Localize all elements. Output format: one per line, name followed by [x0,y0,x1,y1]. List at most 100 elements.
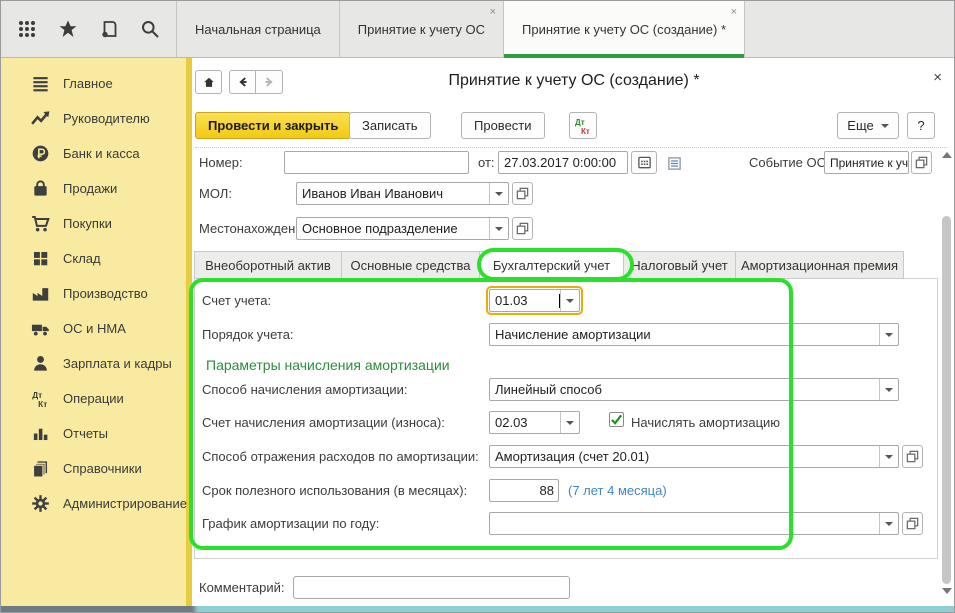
toolbar-divider [195,147,947,148]
chevron-down-icon[interactable] [879,446,898,467]
chevron-down-icon[interactable] [879,379,898,400]
apps-menu-icon[interactable] [17,19,37,39]
trend-chart-icon [31,109,50,128]
chevron-down-icon[interactable] [560,412,579,433]
tab-fixed-asset-new[interactable]: Принятие к учету ОС (создание) * × [503,1,745,57]
search-icon[interactable] [140,19,160,39]
scroll-down-arrow[interactable] [942,588,952,594]
number-label: Номер: [199,151,243,174]
page-title: Принятие к учету ОС (создание) * [192,72,955,90]
date-input[interactable]: 27.03.2017 0:00:00 [498,151,628,174]
comment-input[interactable] [293,576,570,599]
gear-icon [31,494,50,513]
chevron-down-icon[interactable] [879,513,898,534]
post-and-close-button[interactable]: Провести и закрыть [195,112,351,139]
favorites-star-icon[interactable] [58,19,78,39]
chevron-down-icon[interactable] [879,324,898,345]
sidebar-item-purchases[interactable]: Покупки [1,206,186,241]
document-list-icon [667,156,682,171]
more-button[interactable]: Еще [837,112,899,139]
tab-noncurrent-asset[interactable]: Внеоборотный актив [194,251,341,279]
sidebar-item-catalogs[interactable]: Справочники [1,451,186,486]
svg-text:Кт: Кт [581,127,590,136]
button-label: Записать [362,118,418,133]
depr-account-combo[interactable]: 02.03 [489,411,580,434]
open-form-icon [905,516,920,531]
tab-label: Принятие к учету ОС (создание) * [522,22,726,37]
show-postings-button[interactable]: ДтКт [569,112,597,139]
sidebar-item-payroll-hr[interactable]: Зарплата и кадры [1,346,186,381]
tab-home-page[interactable]: Начальная страница [176,1,339,57]
books-icon [31,459,50,478]
tab-fixed-asset-list[interactable]: Принятие к учету ОС × [339,1,503,57]
tab-label: Начальная страница [195,22,321,37]
open-form-icon [914,155,929,170]
useful-life-label: Срок полезного использования (в месяцах)… [202,479,467,502]
mol-label: МОЛ: [199,182,232,205]
sidebar-item-label: Администрирование [63,496,187,511]
order-combo[interactable]: Начисление амортизации [489,323,899,346]
button-label: Еще [847,118,873,133]
comment-label: Комментарий: [199,576,285,599]
chevron-down-icon[interactable] [489,218,508,239]
history-icon[interactable] [99,19,119,39]
sidebar-item-reports[interactable]: Отчеты [1,416,186,451]
mol-open-button[interactable] [512,182,533,205]
post-button[interactable]: Провести [461,112,545,139]
help-button[interactable]: ? [907,112,935,139]
sidebar-item-label: Банк и касса [63,146,140,161]
sidebar-item-administration[interactable]: Администрирование [1,486,186,521]
close-icon[interactable]: × [933,69,942,86]
tab-fixed-assets[interactable]: Основные средства [341,251,479,279]
sidebar-item-label: Руководителю [63,111,150,126]
tab-label: Налоговый учет [631,258,727,273]
event-open-button[interactable] [911,151,932,174]
calendar-button[interactable] [631,151,657,174]
event-combo[interactable]: Принятие к учету [824,151,909,174]
sidebar-item-production[interactable]: Производство [1,276,186,311]
depreciation-section-header: Параметры начисления амортизации [206,357,450,373]
sidebar-item-label: Операции [63,391,124,406]
sidebar-item-warehouse[interactable]: Склад [1,241,186,276]
sidebar-item-sales[interactable]: Продажи [1,171,186,206]
mol-combo[interactable]: Иванов Иван Иванович [296,182,509,205]
close-icon[interactable]: × [490,7,496,18]
chevron-down-icon[interactable] [560,290,579,311]
tab-depreciation-bonus[interactable]: Амортизационная премия [735,251,904,279]
schedule-open-button[interactable] [902,512,923,535]
number-input[interactable] [284,151,469,174]
schedule-label: График амортизации по году: [202,512,379,535]
method-combo[interactable]: Линейный способ [489,378,899,401]
tab-label: Основные средства [351,258,471,273]
accrue-depreciation-checkbox[interactable] [609,412,624,427]
calendar-icon [637,155,652,170]
check-icon [610,413,623,426]
close-icon[interactable]: × [731,7,737,18]
location-open-button[interactable] [512,217,533,240]
tab-tax-accounting[interactable]: Налоговый учет [623,251,735,279]
scroll-thumb[interactable] [942,216,951,584]
account-combo[interactable]: 01.03 [489,289,580,312]
order-label: Порядок учета: [202,323,294,346]
tab-accounting[interactable]: Бухгалтерский учет [479,251,623,280]
warehouse-grid-icon [31,249,50,268]
field-value: 27.03.2017 0:00:00 [499,155,627,170]
sidebar-item-fixed-assets[interactable]: ОС и НМА [1,311,186,346]
location-combo[interactable]: Основное подразделение [296,217,509,240]
ruble-coin-icon [31,144,50,163]
expense-method-open-button[interactable] [902,445,923,468]
chevron-down-icon[interactable] [489,183,508,204]
sidebar-item-operations[interactable]: ДтКт Операции [1,381,186,416]
sidebar-item-bank-cash[interactable]: Банк и касса [1,136,186,171]
sidebar-item-main[interactable]: Главное [1,66,186,101]
sidebar-item-label: Отчеты [63,426,108,441]
expense-method-combo[interactable]: Амортизация (счет 20.01) [489,445,899,468]
useful-life-input[interactable]: 88 [489,479,559,502]
sidebar-item-manager[interactable]: Руководителю [1,101,186,136]
field-value: 02.03 [490,415,560,430]
write-button[interactable]: Записать [349,112,431,139]
schedule-combo[interactable] [489,512,899,535]
scroll-up-arrow[interactable] [942,152,952,158]
dt-kt-icon: ДтКт [31,389,50,408]
related-documents-button[interactable] [663,152,685,175]
